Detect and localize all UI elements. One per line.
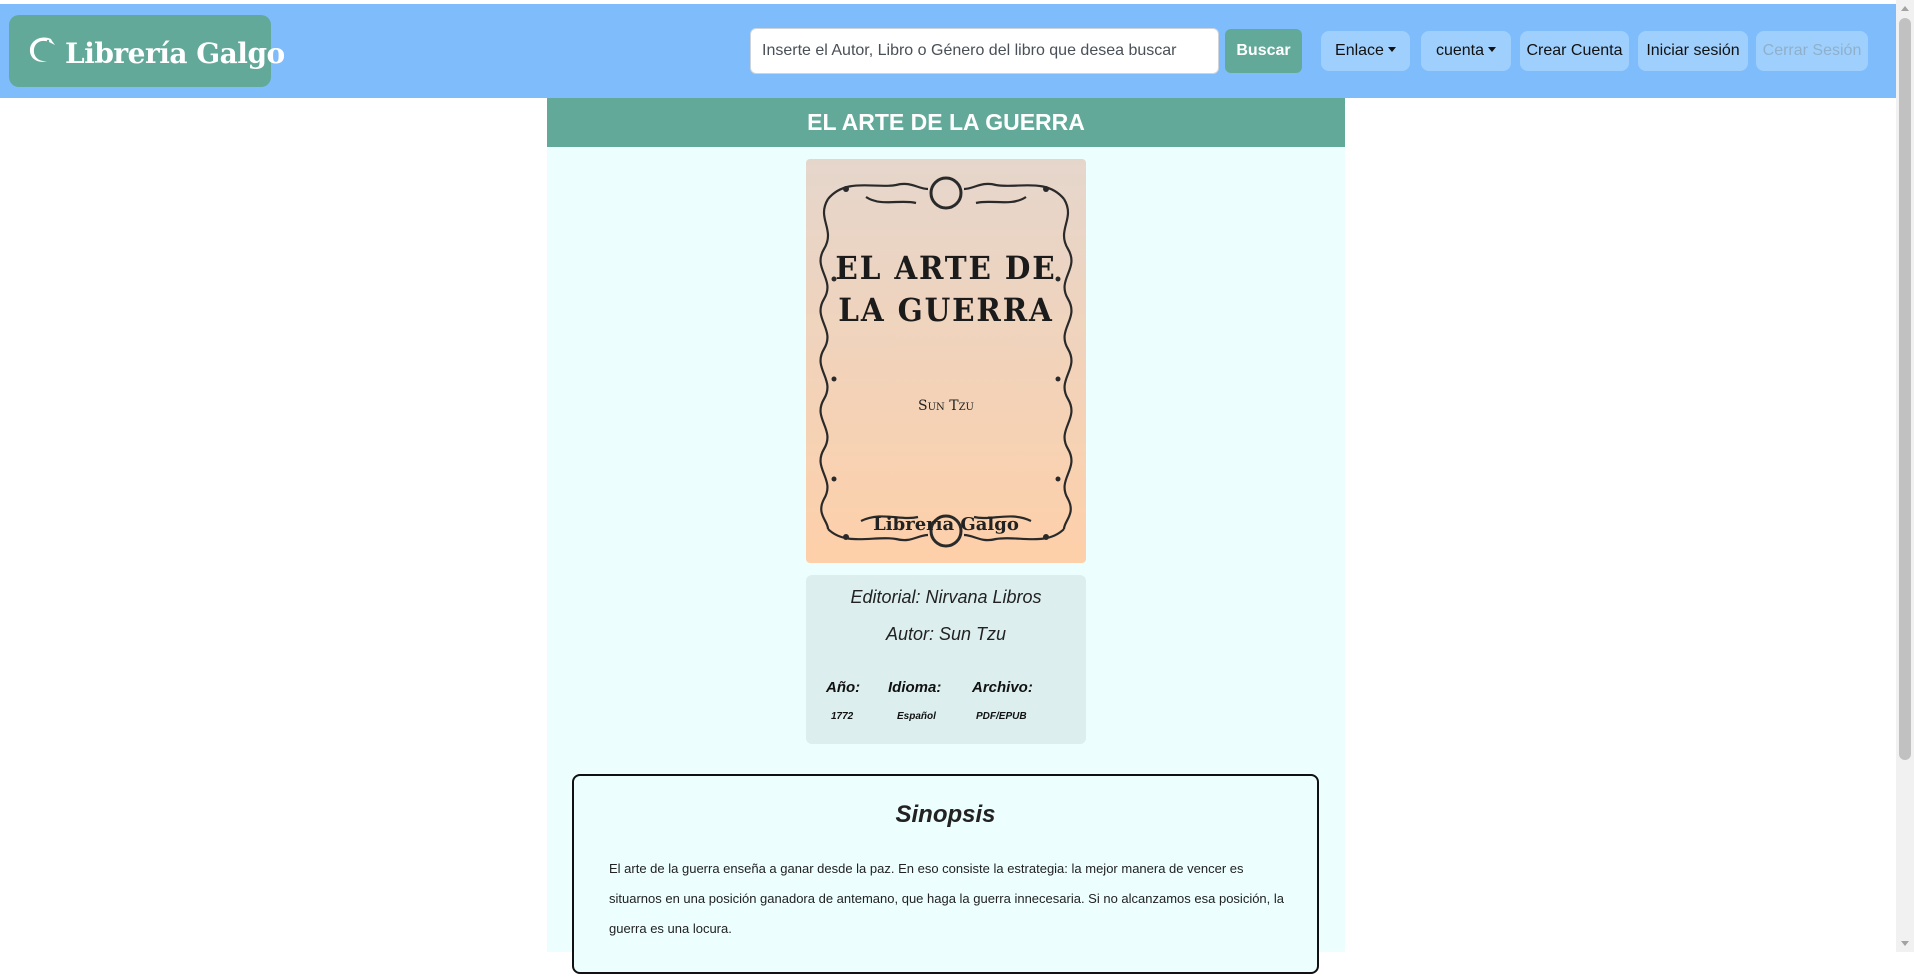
autor-label: Autor: [885,624,934,644]
editorial-line: Editorial: Nirvana Libros [806,587,1086,608]
synopsis-text: El arte de la guerra enseña a ganar desd… [609,861,1285,936]
idioma-value: Español [897,711,936,722]
book-detail: EL ARTE DE LA GUERRA EL ARTE DE LA GUERR… [547,98,1345,974]
autor-line: Autor: Sun Tzu [806,624,1086,645]
editorial-label: Editorial: [850,587,921,607]
scrollbar-thumb[interactable] [1899,18,1911,760]
navbar: Librería Galgo Buscar Enlace cuenta Crea… [0,4,1896,98]
scroll-up-arrow-icon[interactable] [1901,6,1909,11]
scrollbar[interactable] [1896,0,1914,952]
archivo-label: Archivo: [972,679,1033,696]
autor-value: Sun Tzu [939,624,1007,644]
archivo-value: PDF/EPUB [976,711,1027,722]
editorial-value: Nirvana Libros [925,587,1042,607]
cover-title-line: EL ARTE DE [835,249,1057,287]
book-title: EL ARTE DE LA GUERRA [547,98,1345,147]
cover-author: Sun Tzu [918,398,974,414]
enlace-label: Enlace [1335,42,1384,59]
cuenta-label: cuenta [1435,42,1485,59]
cover-publisher: Librería Galgo [873,514,1019,535]
brand-logo[interactable]: Librería Galgo [9,15,285,87]
book-cover: EL ARTE DE LA GUERRA Sun Tzu Librería Ga… [806,159,1086,563]
idioma-label: Idioma: [888,679,942,696]
anio-label: Año: [826,679,861,696]
book-details-card: Editorial: Nirvana Libros Autor: Sun Tzu… [806,575,1086,744]
scroll-down-arrow-icon[interactable] [1901,941,1909,946]
cover-title: EL ARTE DE LA GUERRA [817,247,1075,331]
synopsis-title: Sinopsis [895,801,996,828]
ornate-frame-icon [819,176,1073,548]
search-input[interactable] [750,28,1219,74]
cover-title-line: LA GUERRA [838,291,1054,329]
search-button[interactable]: Buscar [1225,29,1302,73]
chevron-down-icon [1387,47,1396,52]
enlace-dropdown[interactable]: Enlace [1321,31,1410,71]
anio-value: 1772 [831,711,854,722]
brand-name: Librería Galgo [65,37,285,70]
chevron-down-icon [1488,47,1497,52]
galgo-dog-icon [29,37,55,62]
iniciar-sesion-button[interactable]: Iniciar sesión [1638,31,1748,71]
synopsis-box: Sinopsis El arte de la guerra enseña a g… [572,774,1319,974]
cerrar-sesion-button: Cerrar Sesión [1756,31,1868,71]
cuenta-dropdown[interactable]: cuenta [1421,31,1511,71]
crear-cuenta-button[interactable]: Crear Cuenta [1520,31,1629,71]
